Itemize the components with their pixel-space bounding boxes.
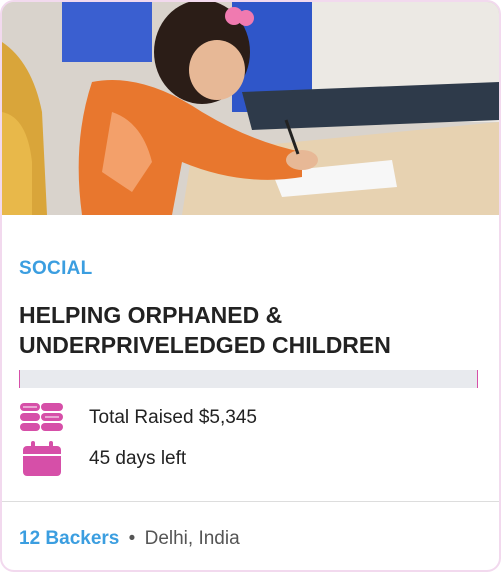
calendar-icon <box>19 441 65 477</box>
campaign-title[interactable]: HELPING ORPHANED & UNDERPRIVELEDGED CHIL… <box>19 300 479 360</box>
campaign-footer: 12 Backers • Delhi, India <box>19 528 240 550</box>
campaign-card[interactable]: SOCIAL HELPING ORPHANED & UNDERPRIVELEDG… <box>0 0 501 572</box>
campaign-location: Delhi, India <box>144 528 240 549</box>
backers-link[interactable]: 12 Backers <box>19 528 119 549</box>
campaign-image <box>2 2 499 215</box>
total-raised-row: Total Raised $5,345 <box>19 400 257 436</box>
total-raised-text: Total Raised $5,345 <box>89 407 257 428</box>
card-divider <box>2 501 499 502</box>
days-left-text: 45 days left <box>89 448 187 469</box>
funding-progress-bar <box>19 370 478 388</box>
coins-stack-icon <box>19 400 65 436</box>
separator-dot: • <box>128 528 136 549</box>
days-left-row: 45 days left <box>19 441 186 477</box>
campaign-category[interactable]: SOCIAL <box>19 258 93 280</box>
